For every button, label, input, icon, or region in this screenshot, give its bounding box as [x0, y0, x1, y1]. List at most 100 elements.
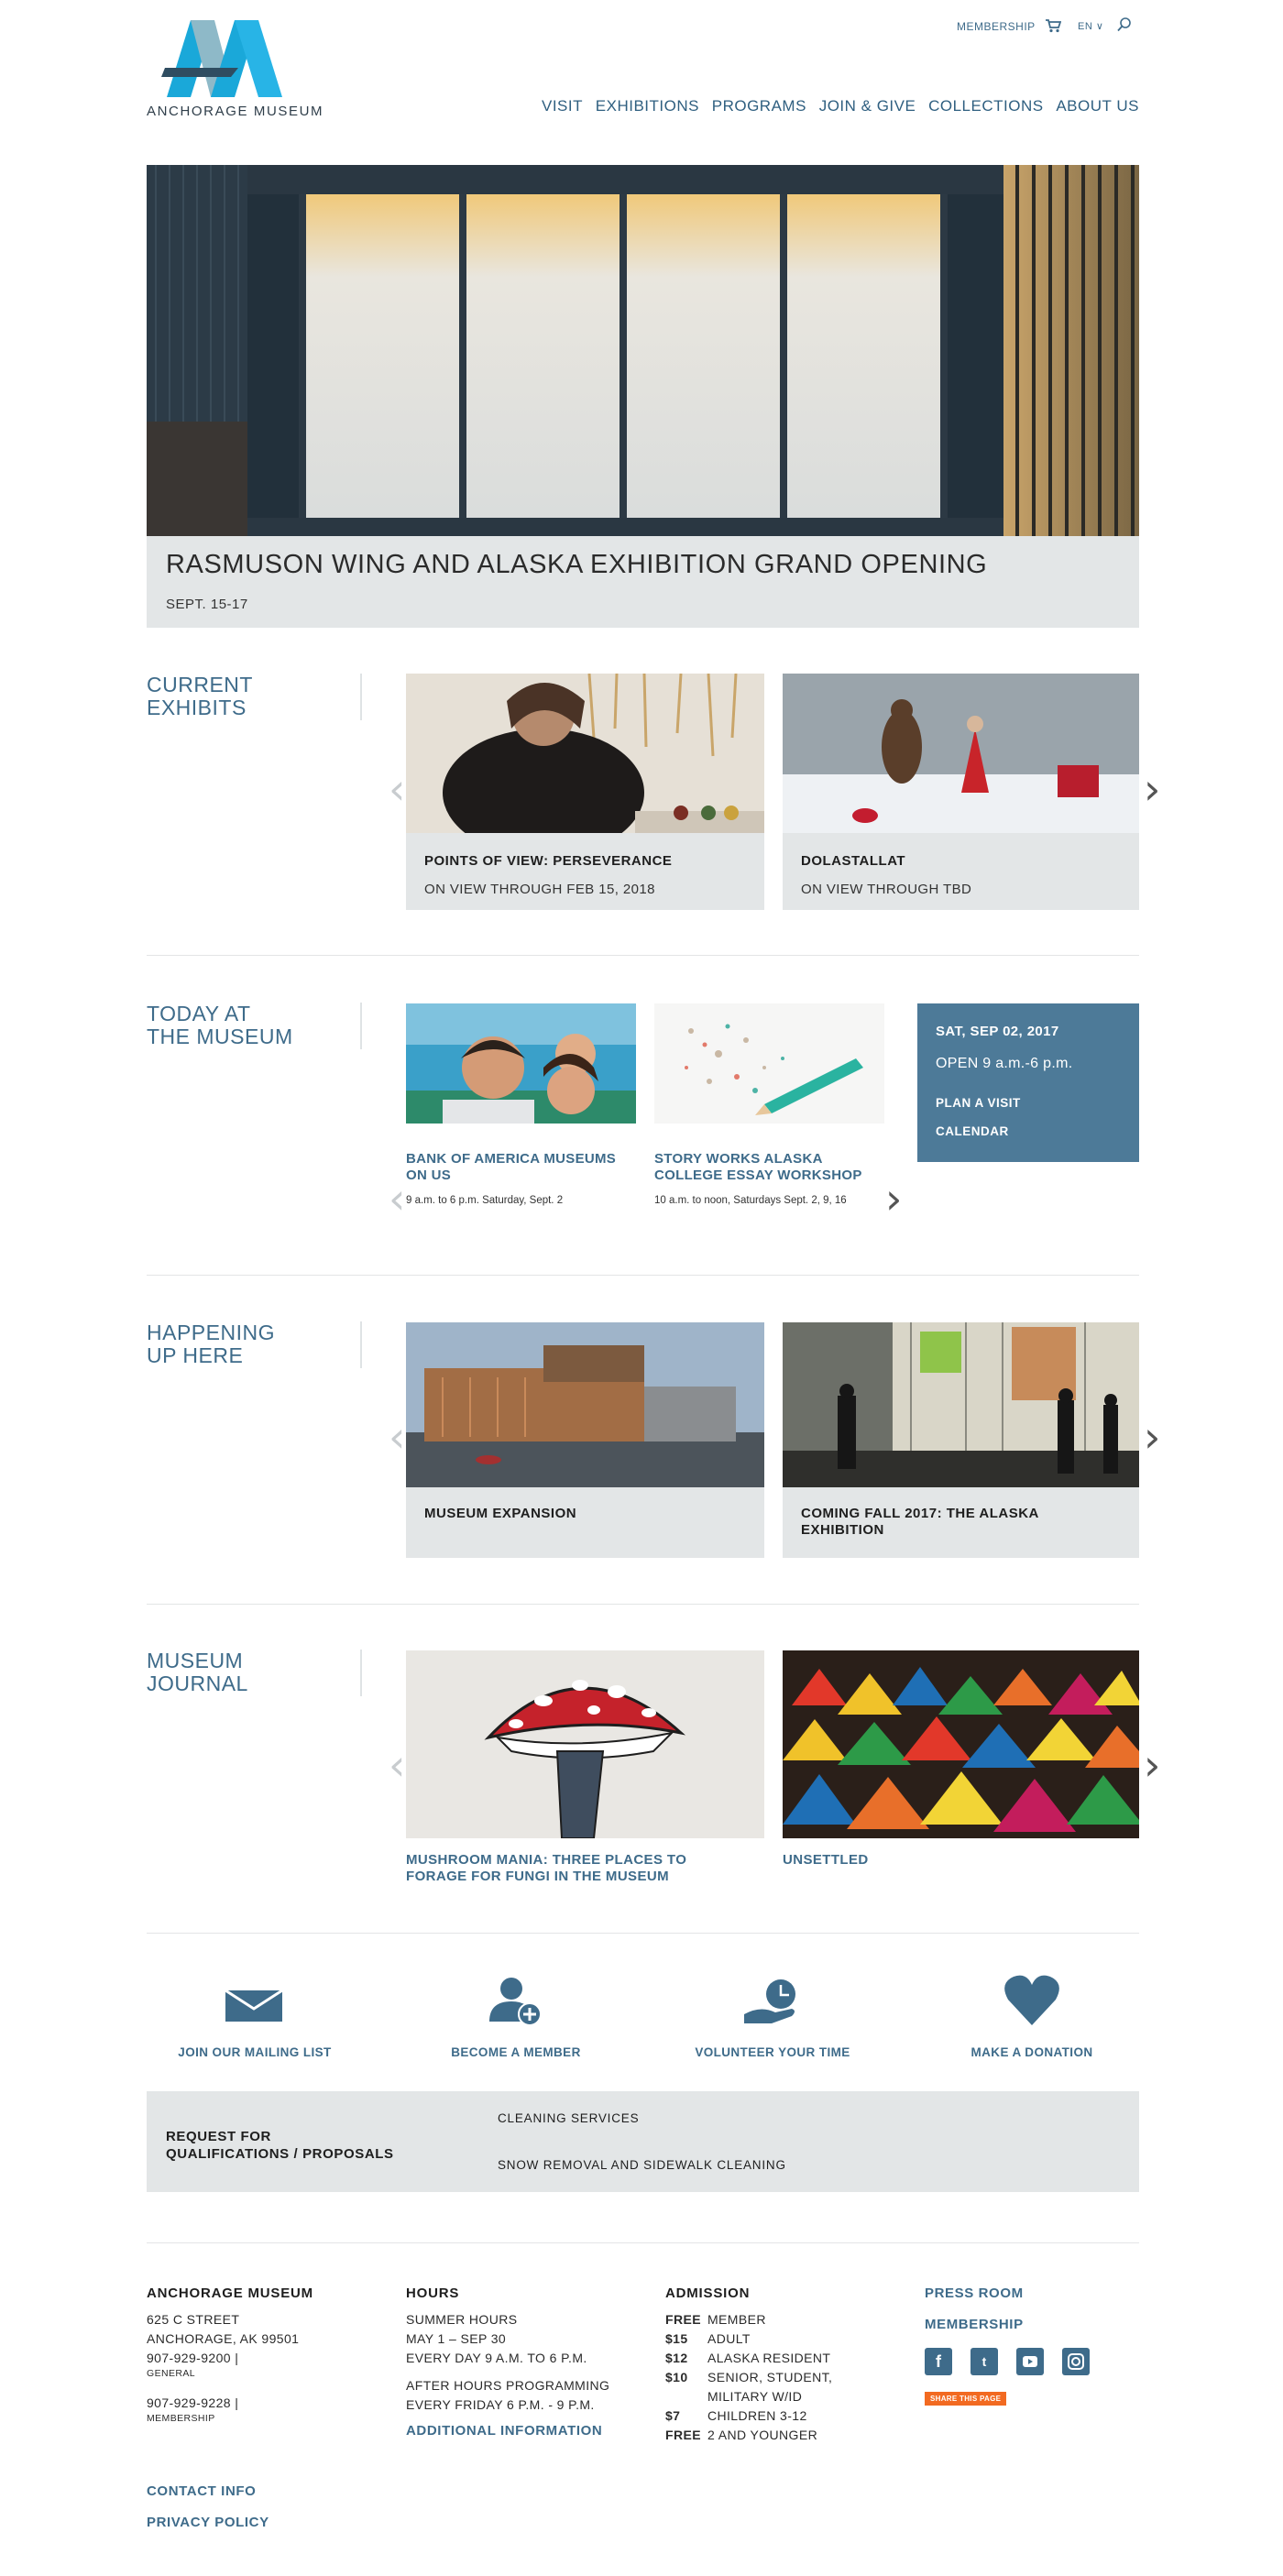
- carousel-prev-arrow[interactable]: ‹: [389, 1178, 405, 1220]
- nav-exhibitions[interactable]: EXHIBITIONS: [596, 97, 699, 115]
- hero-date: SEPT. 15-17: [166, 597, 248, 612]
- admission-row: FREE 2 AND YOUNGER: [665, 2428, 818, 2442]
- admission-row: $15 ADULT: [665, 2331, 751, 2346]
- happening-card-expansion[interactable]: MUSEUM EXPANSION: [406, 1487, 764, 1558]
- section-title-happening: HAPPENING UP HERE: [147, 1321, 275, 1367]
- nav-about-us[interactable]: ABOUT US: [1056, 97, 1139, 115]
- additional-info-link[interactable]: ADDITIONAL INFORMATION: [406, 2423, 635, 2439]
- carousel-next-arrow[interactable]: ›: [1144, 768, 1160, 810]
- language-selector[interactable]: EN ∨: [1078, 20, 1103, 32]
- exhibit-card-points-of-view[interactable]: POINTS OF VIEW: PERSEVERANCE ON VIEW THR…: [406, 833, 764, 910]
- exhibit-dates: ON VIEW THROUGH FEB 15, 2018: [424, 882, 655, 897]
- phone-membership[interactable]: 907-929-9228 |: [147, 2394, 357, 2413]
- nav-collections[interactable]: COLLECTIONS: [928, 97, 1043, 115]
- donation-link[interactable]: MAKE A DONATION: [933, 2045, 1131, 2059]
- hero-image[interactable]: [147, 165, 1139, 536]
- journal-image-unsettled[interactable]: [783, 1650, 1139, 1838]
- volunteer-clock-icon[interactable]: [744, 1978, 801, 2030]
- rfq-item-cleaning[interactable]: CLEANING SERVICES: [498, 2111, 639, 2125]
- admission-row: MILITARY W/ID: [707, 2389, 803, 2404]
- happening-card-alaska-exhibition[interactable]: COMING FALL 2017: THE ALASKA EXHIBITION: [783, 1487, 1139, 1558]
- heart-icon[interactable]: [1004, 1974, 1059, 2030]
- privacy-policy-link[interactable]: PRIVACY POLICY: [147, 2515, 269, 2530]
- add-member-icon[interactable]: [486, 1976, 544, 2032]
- exhibit-title[interactable]: POINTS OF VIEW: PERSEVERANCE: [424, 853, 672, 869]
- journal-title-mushroom[interactable]: MUSHROOM MANIA: THREE PLACES TO FORAGE FO…: [406, 1852, 686, 1885]
- calendar-link[interactable]: CALENDAR: [936, 1124, 1009, 1138]
- section-divider: [360, 1321, 362, 1368]
- search-icon[interactable]: [1116, 16, 1133, 38]
- admission-row: $12 ALASKA RESIDENT: [665, 2351, 831, 2365]
- carousel-prev-arrow[interactable]: ‹: [389, 768, 405, 810]
- footer-admission: ADMISSION FREE MEMBER $15 ADULT $12 ALASKA …: [665, 2286, 894, 2445]
- contact-info-link[interactable]: CONTACT INFO: [147, 2483, 256, 2499]
- become-member-link[interactable]: BECOME A MEMBER: [417, 2045, 615, 2059]
- rfq-item-snow-removal[interactable]: SNOW REMOVAL AND SIDEWALK CLEANING: [498, 2158, 786, 2172]
- carousel-next-arrow[interactable]: ›: [885, 1178, 902, 1220]
- hours-line: SUMMER HOURS: [406, 2312, 518, 2327]
- happening-title[interactable]: COMING FALL 2017: THE ALASKA EXHIBITION: [801, 1506, 1039, 1539]
- address-street: 625 C STREET: [147, 2312, 240, 2327]
- mailing-list-link[interactable]: JOIN OUR MAILING LIST: [156, 2045, 354, 2059]
- carousel-prev-arrow[interactable]: ‹: [389, 1744, 405, 1786]
- event-title-story-works[interactable]: STORY WORKS ALASKA COLLEGE ESSAY WORKSHOP: [654, 1151, 862, 1184]
- volunteer-link[interactable]: VOLUNTEER YOUR TIME: [674, 2045, 872, 2059]
- logo-text: ANCHORAGE MUSEUM: [147, 104, 324, 119]
- exhibit-image-dolastallat[interactable]: [783, 674, 1139, 833]
- calendar-box: SAT, SEP 02, 2017 OPEN 9 a.m.-6 p.m. PLA…: [917, 1003, 1139, 1162]
- journal-title-unsettled[interactable]: UNSETTLED: [783, 1852, 869, 1869]
- exhibit-image-points-of-view[interactable]: [406, 674, 764, 833]
- main-nav: VISIT EXHIBITIONS PROGRAMS JOIN & GIVE C…: [542, 97, 1139, 115]
- share-this-page-button[interactable]: SHARE THIS PAGE: [925, 2392, 1007, 2406]
- happening-image-alaska-exhibition[interactable]: [783, 1322, 1139, 1487]
- footer-museum-info: ANCHORAGE MUSEUM 625 C STREET ANCHORAGE,…: [147, 2286, 357, 2424]
- section-title-today: TODAY AT THE MUSEUM: [147, 1002, 293, 1048]
- plan-visit-link[interactable]: PLAN A VISIT: [936, 1096, 1021, 1110]
- journal-image-mushroom[interactable]: [406, 1650, 764, 1838]
- press-room-link[interactable]: PRESS ROOM: [925, 2286, 1139, 2301]
- instagram-icon[interactable]: [1062, 2348, 1090, 2375]
- section-divider: [360, 1003, 362, 1049]
- cart-icon[interactable]: [1045, 18, 1062, 38]
- event-image-story-works[interactable]: [654, 1003, 884, 1124]
- section-divider-line: [147, 2242, 1139, 2243]
- footer-heading: HOURS: [406, 2286, 460, 2301]
- happening-image-expansion[interactable]: [406, 1322, 764, 1487]
- section-divider-line: [147, 1275, 1139, 1276]
- section-title-current-exhibits: CURRENT EXHIBITS: [147, 673, 253, 719]
- membership-link[interactable]: MEMBERSHIP: [957, 20, 1036, 33]
- phone-general[interactable]: 907-929-9200 |: [147, 2349, 357, 2368]
- event-title-bank-of-america[interactable]: BANK OF AMERICA MUSEUMS ON US: [406, 1151, 616, 1184]
- youtube-icon[interactable]: [1016, 2348, 1044, 2375]
- admission-row: $7 CHILDREN 3-12: [665, 2408, 807, 2423]
- section-divider: [360, 1650, 362, 1696]
- nav-programs[interactable]: PROGRAMS: [712, 97, 806, 115]
- event-image-bank-of-america[interactable]: [406, 1003, 636, 1124]
- carousel-prev-arrow[interactable]: ‹: [389, 1416, 405, 1458]
- section-divider-line: [147, 955, 1139, 956]
- event-time: 10 a.m. to noon, Saturdays Sept. 2, 9, 1…: [654, 1195, 847, 1206]
- nav-join-give[interactable]: JOIN & GIVE: [819, 97, 916, 115]
- phone-label: MEMBERSHIP: [147, 2413, 215, 2424]
- happening-title[interactable]: MUSEUM EXPANSION: [424, 1506, 576, 1522]
- admission-row: $10 SENIOR, STUDENT,: [665, 2370, 833, 2384]
- hours-line: EVERY DAY 9 A.M. TO 6 P.M.: [406, 2351, 587, 2365]
- envelope-icon[interactable]: [225, 1989, 283, 2026]
- exhibit-card-dolastallat[interactable]: DOLASTALLAT ON VIEW THROUGH TBD: [783, 833, 1139, 910]
- exhibit-title[interactable]: DOLASTALLAT: [801, 853, 905, 869]
- footer-heading: ADMISSION: [665, 2286, 751, 2301]
- carousel-next-arrow[interactable]: ›: [1144, 1416, 1160, 1458]
- footer-hours: HOURS SUMMER HOURS MAY 1 – SEP 30 EVERY …: [406, 2286, 635, 2439]
- section-title-journal: MUSEUM JOURNAL: [147, 1649, 248, 1695]
- membership-footer-link[interactable]: MEMBERSHIP: [925, 2317, 1139, 2332]
- carousel-next-arrow[interactable]: ›: [1144, 1744, 1160, 1786]
- nav-visit[interactable]: VISIT: [542, 97, 583, 115]
- section-divider-line: [147, 1933, 1139, 1934]
- phone-label: GENERAL: [147, 2368, 195, 2379]
- hero-title[interactable]: RASMUSON WING AND ALASKA EXHIBITION GRAN…: [166, 550, 987, 580]
- calendar-date: SAT, SEP 02, 2017: [936, 1024, 1059, 1039]
- twitter-icon[interactable]: t: [970, 2348, 998, 2375]
- rfq-title: REQUEST FOR QUALIFICATIONS / PROPOSALS: [166, 2129, 394, 2162]
- facebook-icon[interactable]: f: [925, 2348, 952, 2375]
- address-city: ANCHORAGE, AK 99501: [147, 2331, 300, 2346]
